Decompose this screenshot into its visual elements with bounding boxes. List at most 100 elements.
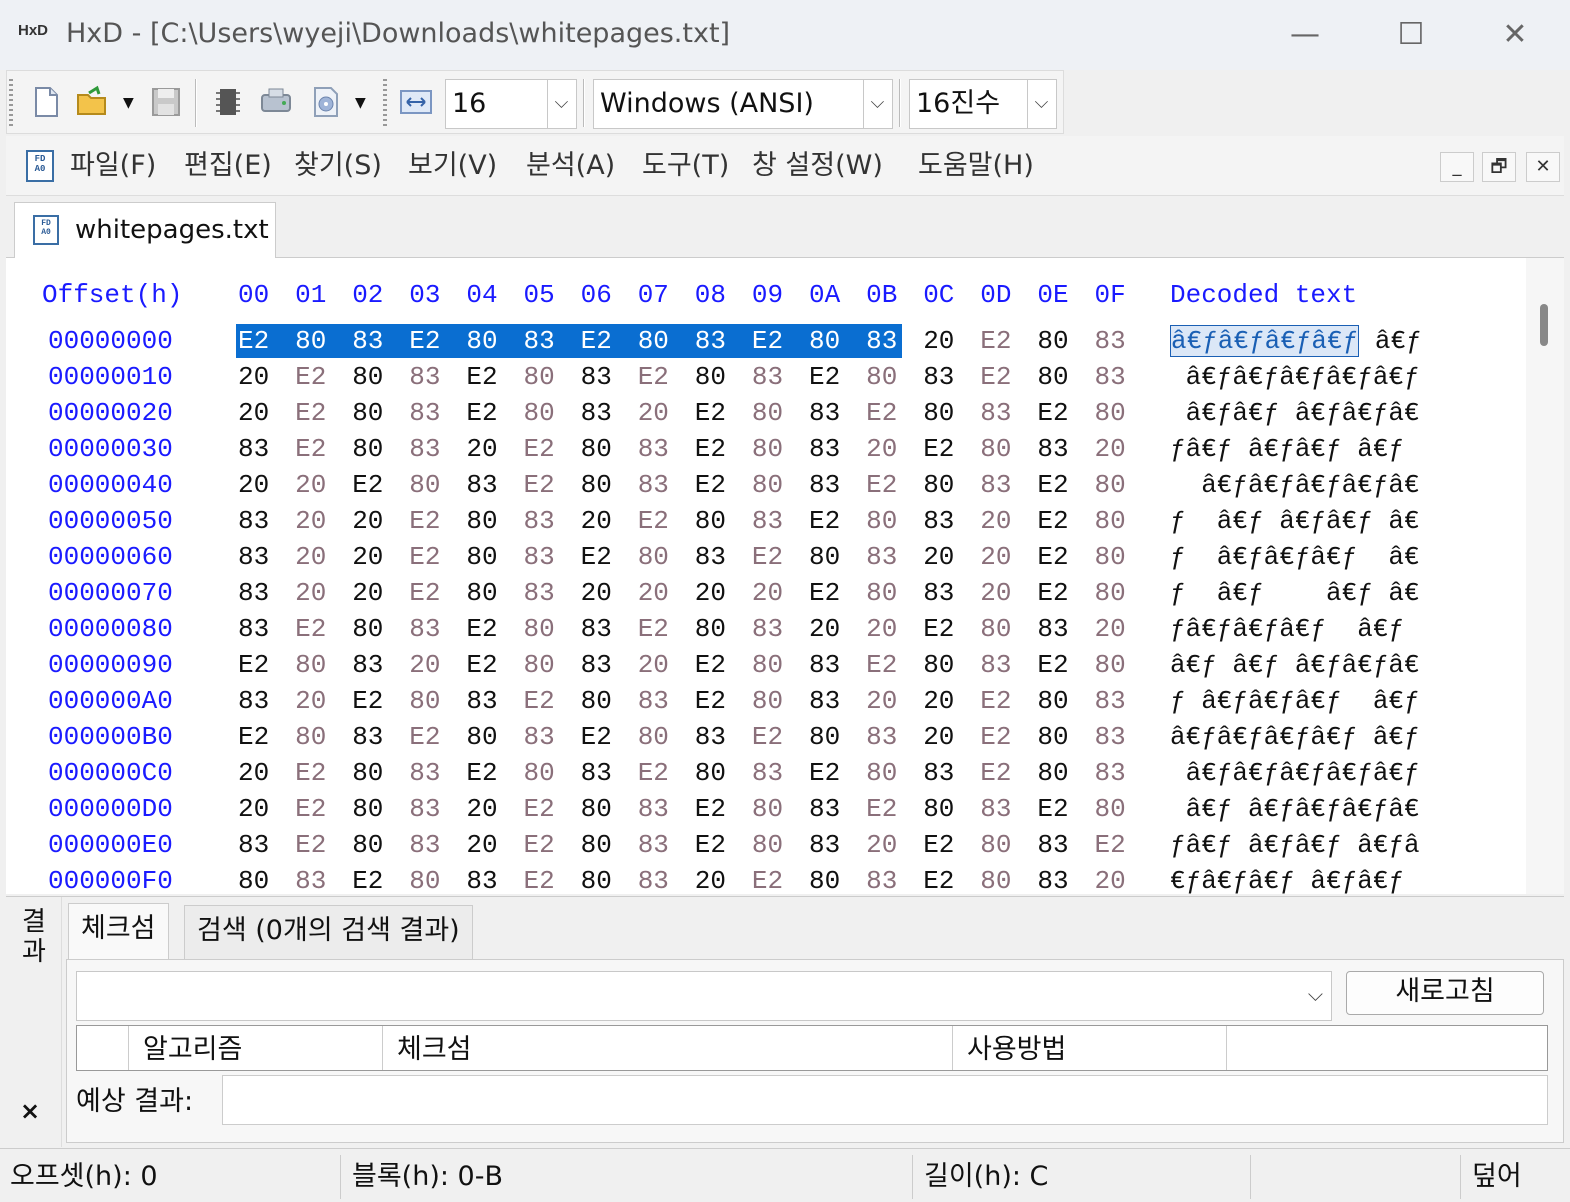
hex-byte[interactable]: 83 — [409, 434, 440, 464]
hex-byte[interactable]: 83 — [352, 722, 383, 752]
hex-byte[interactable]: E2 — [695, 434, 726, 464]
hex-byte[interactable]: 80 — [866, 506, 897, 536]
hex-byte[interactable]: E2 — [638, 758, 669, 788]
hex-byte[interactable]: 80 — [581, 686, 612, 716]
hex-byte[interactable]: 83 — [866, 326, 897, 356]
hex-byte[interactable]: 83 — [524, 578, 555, 608]
hex-byte[interactable]: 83 — [980, 470, 1011, 500]
hex-byte[interactable]: E2 — [1037, 578, 1068, 608]
hex-byte[interactable]: E2 — [524, 830, 555, 860]
hex-byte[interactable]: 80 — [809, 542, 840, 572]
hex-byte[interactable]: 80 — [695, 506, 726, 536]
hex-byte[interactable]: 83 — [638, 434, 669, 464]
hex-byte[interactable]: 80 — [752, 686, 783, 716]
hex-byte[interactable]: 80 — [1095, 650, 1126, 680]
hex-byte[interactable]: 83 — [524, 542, 555, 572]
decoded-text[interactable]: â€ƒâ€ƒ â€ƒâ€ƒâ€ — [1170, 398, 1420, 428]
hex-byte[interactable]: 80 — [409, 470, 440, 500]
hex-byte[interactable]: E2 — [809, 362, 840, 392]
hex-byte[interactable]: E2 — [1037, 650, 1068, 680]
hex-byte[interactable]: E2 — [695, 686, 726, 716]
hex-byte[interactable]: 20 — [923, 722, 954, 752]
hex-byte[interactable]: 80 — [524, 362, 555, 392]
open-file-icon[interactable] — [75, 85, 109, 119]
hex-byte[interactable]: 83 — [409, 794, 440, 824]
hex-byte[interactable]: E2 — [238, 326, 269, 356]
menu-search[interactable]: 찾기(S) — [294, 146, 382, 186]
mdi-minimize-button[interactable]: _ — [1440, 152, 1474, 182]
hex-byte[interactable]: 83 — [809, 398, 840, 428]
hex-byte[interactable]: 20 — [980, 578, 1011, 608]
table-header-checksum[interactable]: 체크섬 — [383, 1026, 953, 1070]
hex-byte[interactable]: 80 — [295, 722, 326, 752]
hex-byte[interactable]: 80 — [352, 758, 383, 788]
hex-byte[interactable]: 80 — [923, 650, 954, 680]
hex-byte[interactable]: 83 — [238, 686, 269, 716]
hex-byte[interactable]: E2 — [866, 398, 897, 428]
menu-view[interactable]: 보기(V) — [408, 146, 497, 186]
hex-byte[interactable]: 83 — [409, 830, 440, 860]
bytes-per-row-dropdown-icon[interactable]: ⌵ — [547, 80, 575, 128]
hex-byte[interactable]: 20 — [238, 362, 269, 392]
hex-byte[interactable]: E2 — [695, 794, 726, 824]
hex-byte[interactable]: 83 — [524, 326, 555, 356]
hex-byte[interactable]: 83 — [409, 758, 440, 788]
hex-byte[interactable]: E2 — [923, 830, 954, 860]
hex-byte[interactable]: E2 — [524, 434, 555, 464]
hex-byte[interactable]: E2 — [409, 506, 440, 536]
hex-byte[interactable]: 20 — [923, 326, 954, 356]
hex-byte[interactable]: E2 — [466, 362, 497, 392]
hex-byte[interactable]: E2 — [295, 362, 326, 392]
decoded-text[interactable]: ƒ â€ƒ â€ƒâ€ƒ â€ — [1170, 506, 1420, 536]
hex-byte[interactable]: E2 — [980, 722, 1011, 752]
hex-byte[interactable]: E2 — [809, 758, 840, 788]
hex-byte[interactable]: E2 — [352, 866, 383, 894]
hex-byte[interactable]: 80 — [466, 542, 497, 572]
hex-byte[interactable]: 80 — [581, 830, 612, 860]
hex-byte[interactable]: 83 — [1095, 326, 1126, 356]
hex-byte[interactable]: 20 — [866, 434, 897, 464]
hex-byte[interactable]: E2 — [581, 722, 612, 752]
hex-byte[interactable]: E2 — [295, 758, 326, 788]
hex-byte[interactable]: E2 — [524, 794, 555, 824]
hex-byte[interactable]: 80 — [352, 614, 383, 644]
hex-byte[interactable]: 83 — [752, 758, 783, 788]
hex-byte[interactable]: 83 — [923, 506, 954, 536]
hex-byte[interactable]: 83 — [923, 362, 954, 392]
hex-byte[interactable]: 80 — [409, 686, 440, 716]
hex-byte[interactable]: 20 — [238, 398, 269, 428]
decoded-text[interactable]: ƒâ€ƒ â€ƒâ€ƒ â€ƒâ — [1170, 830, 1420, 860]
file-tab[interactable]: FD A0 whitepages.txt — [14, 202, 276, 258]
hex-byte[interactable]: 83 — [809, 794, 840, 824]
hex-byte[interactable]: 20 — [695, 578, 726, 608]
hex-byte[interactable]: E2 — [809, 506, 840, 536]
hex-byte[interactable]: E2 — [466, 398, 497, 428]
minimize-button[interactable]: — — [1270, 10, 1340, 60]
hex-byte[interactable]: 83 — [809, 686, 840, 716]
hex-byte[interactable]: 80 — [923, 470, 954, 500]
menu-tools[interactable]: 도구(T) — [642, 146, 729, 186]
hex-byte[interactable]: 80 — [352, 434, 383, 464]
hex-byte[interactable]: 80 — [352, 398, 383, 428]
hex-byte[interactable]: 83 — [1037, 866, 1068, 894]
hex-byte[interactable]: E2 — [409, 722, 440, 752]
hex-byte[interactable]: 80 — [295, 326, 326, 356]
hex-byte[interactable]: 80 — [638, 326, 669, 356]
hex-byte[interactable]: 20 — [752, 578, 783, 608]
hex-byte[interactable]: 83 — [980, 794, 1011, 824]
hex-byte[interactable]: 80 — [1095, 470, 1126, 500]
hex-byte[interactable]: 83 — [1037, 614, 1068, 644]
hex-byte[interactable]: E2 — [238, 650, 269, 680]
close-icon[interactable]: × — [20, 1097, 40, 1125]
hex-byte[interactable]: 83 — [409, 398, 440, 428]
hex-byte[interactable]: 20 — [238, 758, 269, 788]
hex-byte[interactable]: 80 — [524, 398, 555, 428]
hex-byte[interactable]: 20 — [980, 542, 1011, 572]
hex-byte[interactable]: E2 — [295, 614, 326, 644]
hex-byte[interactable]: 83 — [695, 542, 726, 572]
hex-byte[interactable]: 80 — [809, 866, 840, 894]
hex-byte[interactable]: 83 — [466, 470, 497, 500]
tab-checksum[interactable]: 체크섬 — [68, 903, 169, 961]
hex-byte[interactable]: 83 — [809, 434, 840, 464]
hex-byte[interactable]: E2 — [1037, 542, 1068, 572]
